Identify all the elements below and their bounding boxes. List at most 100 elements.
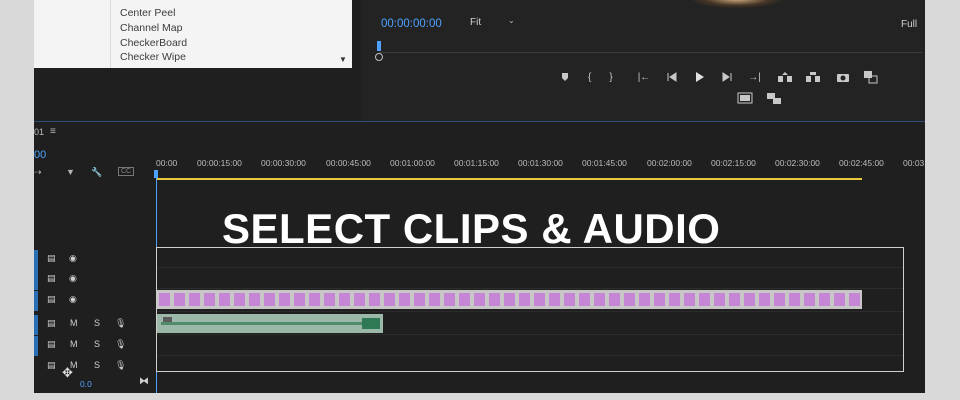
multi-camera-icon[interactable] (766, 92, 782, 105)
ruler-label: 00:02:45:00 (839, 158, 884, 168)
go-to-in-icon[interactable]: |← (638, 72, 651, 83)
clip-frame-thumbnail (774, 293, 785, 306)
zoom-value[interactable]: 0.0 (80, 379, 92, 389)
clip-frame-thumbnail (279, 293, 290, 306)
mute-button[interactable]: M (70, 318, 78, 328)
selection-marquee (156, 247, 904, 372)
move-cursor-icon: ✥ (62, 365, 73, 380)
mute-button[interactable]: M (70, 339, 78, 349)
effect-item[interactable]: Center Peel (120, 7, 175, 19)
track-target-indicator[interactable] (34, 250, 38, 270)
film-icon[interactable]: ▤ (47, 253, 56, 264)
track-target-indicator[interactable] (34, 270, 38, 290)
clip-frame-thumbnail (384, 293, 395, 306)
audio-track-header[interactable]: ▤ M S 🎙 (34, 315, 155, 335)
film-icon[interactable]: ▤ (47, 318, 56, 329)
clip-frame-thumbnail (474, 293, 485, 306)
clip-frame-thumbnail (354, 293, 365, 306)
wrench-icon[interactable]: 🔧 (91, 167, 102, 178)
chevron-down-icon: ⌄ (508, 16, 515, 25)
safe-margins-icon[interactable] (737, 92, 753, 104)
solo-button[interactable]: S (94, 360, 100, 370)
film-icon[interactable]: ▤ (47, 360, 56, 371)
clip-frame-thumbnail (834, 293, 845, 306)
clip-frame-thumbnail (249, 293, 260, 306)
work-area-bar[interactable] (156, 178, 862, 180)
ruler-label: 00:01:45:00 (582, 158, 627, 168)
playhead-timecode[interactable]: 00:00:00:00 (381, 18, 442, 30)
clip-frame-thumbnail (234, 293, 245, 306)
effect-item[interactable]: Checker Wipe (120, 51, 186, 63)
mic-icon[interactable]: 🎙 (115, 318, 126, 329)
film-icon[interactable]: ▤ (47, 294, 56, 305)
monitor-timeline-bar[interactable] (379, 52, 922, 53)
sequence-tab[interactable]: 01 (34, 127, 44, 137)
export-frame-icon[interactable] (836, 71, 850, 83)
audio-track-header[interactable]: ▤ M S 🎙 (34, 336, 155, 356)
go-to-out-icon[interactable]: →| (748, 72, 761, 83)
add-marker-icon[interactable]: ▼ (66, 167, 75, 177)
program-monitor: 00:00:00:00 Fit ⌄ Full { } |← →| (362, 0, 925, 122)
audio-clip[interactable] (157, 314, 383, 333)
track-target-indicator[interactable] (34, 291, 38, 311)
clip-frame-thumbnail (549, 293, 560, 306)
video-track-header[interactable]: ▤ ◉ (34, 291, 155, 311)
clip-frame-thumbnail (324, 293, 335, 306)
compare-icon[interactable] (863, 70, 879, 84)
clip-frame-thumbnail (489, 293, 500, 306)
audio-track-header[interactable]: ▤ M S 🎙 (34, 357, 155, 375)
clip-frame-thumbnail (414, 293, 425, 306)
mic-icon[interactable]: 🎙 (115, 360, 126, 371)
ruler-label: 00:00:15:00 (197, 158, 242, 168)
eye-icon[interactable]: ◉ (69, 253, 77, 264)
mark-in-icon[interactable]: { (588, 72, 591, 83)
time-ruler[interactable]: 00:00 00:00:15:00 00:00:30:00 00:00:45:0… (156, 150, 925, 180)
monitor-playhead-handle[interactable] (375, 53, 383, 61)
clip-frame-thumbnail (759, 293, 770, 306)
extract-icon[interactable] (805, 71, 821, 83)
audio-waveform (161, 322, 371, 325)
clip-frame-thumbnail (669, 293, 680, 306)
track-target-indicator[interactable] (34, 336, 38, 356)
captions-icon[interactable]: CC (118, 167, 135, 176)
mark-out-icon[interactable]: } (609, 72, 612, 83)
scroll-down-icon[interactable]: ▼ (339, 55, 347, 64)
effect-item[interactable]: Channel Map (120, 22, 182, 34)
clip-frame-thumbnail (564, 293, 575, 306)
fit-dropdown[interactable]: Fit ⌄ (470, 16, 520, 31)
video-track-header[interactable]: ▤ ◉ (34, 250, 155, 270)
clip-frame-thumbnail (579, 293, 590, 306)
sequence-timecode[interactable]: 00 (34, 149, 46, 161)
ruler-label: 00:02:30:00 (775, 158, 820, 168)
video-clip[interactable] (157, 290, 862, 309)
track-target-indicator[interactable] (34, 315, 38, 335)
clip-frame-thumbnail (819, 293, 830, 306)
video-track-header[interactable]: ▤ ◉ (34, 270, 155, 290)
clip-frame-thumbnail (189, 293, 200, 306)
zoom-handle-icon[interactable]: ⧓ (139, 376, 149, 387)
clip-frame-thumbnail (459, 293, 470, 306)
resolution-dropdown[interactable]: Full (901, 19, 917, 30)
snap-icon[interactable]: ⇢ (34, 167, 42, 178)
eye-icon[interactable]: ◉ (69, 294, 77, 305)
effect-item[interactable]: CheckerBoard (120, 37, 187, 49)
film-icon[interactable]: ▤ (47, 273, 56, 284)
solo-button[interactable]: S (94, 318, 100, 328)
step-back-icon[interactable] (666, 71, 678, 83)
mic-icon[interactable]: 🎙 (115, 339, 126, 350)
ruler-label: 00:02:00:00 (647, 158, 692, 168)
clip-frame-thumbnail (729, 293, 740, 306)
ruler-label: 00:01:00:00 (390, 158, 435, 168)
add-marker-icon[interactable] (559, 71, 571, 83)
panel-menu-icon[interactable]: ≡ (50, 126, 56, 137)
step-forward-icon[interactable] (721, 71, 733, 83)
lift-icon[interactable] (777, 71, 793, 83)
clip-frame-thumbnail (534, 293, 545, 306)
film-icon[interactable]: ▤ (47, 339, 56, 350)
monitor-playhead[interactable] (377, 41, 381, 51)
clip-frame-thumbnail (744, 293, 755, 306)
eye-icon[interactable]: ◉ (69, 273, 77, 284)
clip-frame-thumbnail (204, 293, 215, 306)
solo-button[interactable]: S (94, 339, 100, 349)
play-icon[interactable] (693, 71, 705, 83)
